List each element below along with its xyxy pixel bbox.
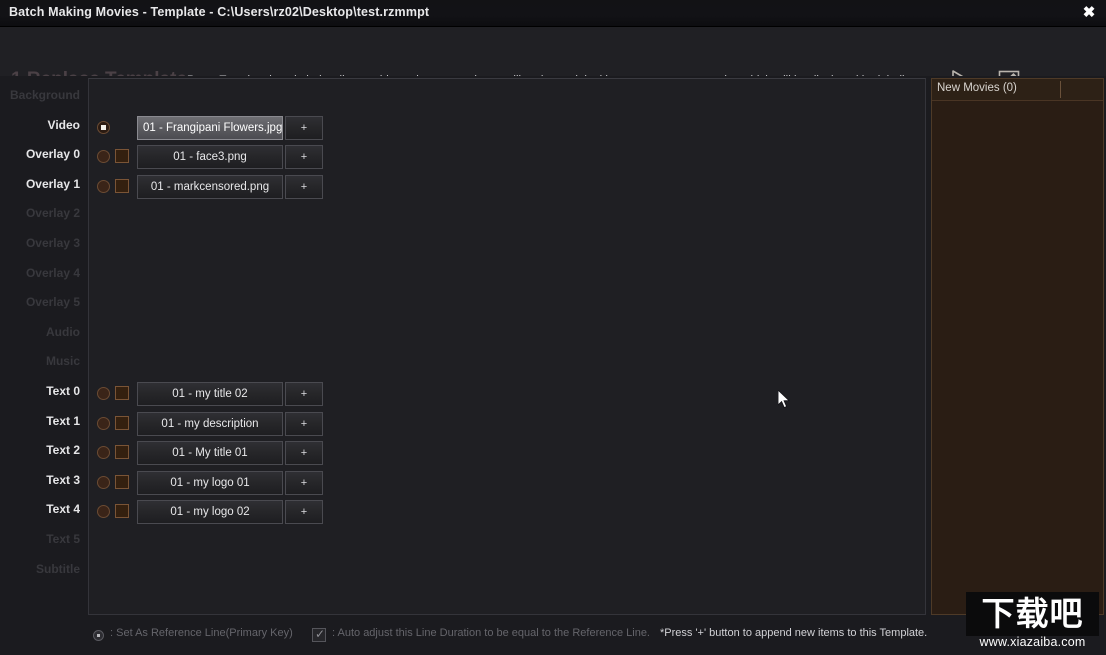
track-label-text-3[interactable]: Text 3 [0, 473, 80, 487]
legend-auto-adjust-checkbox-icon: ✓ [312, 627, 326, 642]
append-item-button-12[interactable]: + [285, 441, 323, 466]
template-item-button-10[interactable]: 01 - my title 02 [137, 382, 283, 406]
auto-adjust-checkbox-11[interactable] [115, 415, 129, 430]
site-watermark: 下载吧 www.xiazaiba.com [966, 592, 1099, 652]
template-item-button-11[interactable]: 01 - my description [137, 411, 283, 436]
template-item-button-14[interactable]: 01 - my logo 02 [137, 500, 283, 525]
check-icon: ✓ [315, 627, 326, 641]
append-item-button-3[interactable]: + [285, 174, 323, 199]
track-label-music: Music [45, 354, 80, 369]
template-item-button-3[interactable]: 01 - markcensored.png [137, 174, 283, 199]
reference-radio-13[interactable] [97, 475, 110, 489]
track-label-subtitle: Subtitle [36, 561, 80, 576]
track-label-overlay-2: Overlay 2 [25, 206, 80, 221]
track-label-overlay-0[interactable]: Overlay 0 [0, 147, 80, 161]
append-item-button-11[interactable]: + [285, 411, 323, 436]
auto-adjust-checkbox-14[interactable] [115, 504, 129, 519]
window-title: Batch Making Movies - Template - C:\User… [9, 5, 430, 19]
track-label-text-4[interactable]: Text 4 [0, 502, 80, 516]
append-item-button-13[interactable]: + [285, 470, 323, 495]
template-list-panel: 01 - Frangipani Flowers.jpg +01 - face3.p… [88, 78, 926, 615]
template-item-button-13[interactable]: 01 - my logo 01 [137, 470, 283, 495]
reference-radio-11[interactable] [97, 416, 110, 430]
track-label-video[interactable]: Video [0, 118, 80, 132]
auto-adjust-checkbox-2[interactable] [115, 149, 129, 164]
append-item-button-14[interactable]: + [285, 500, 323, 525]
reference-radio-3[interactable] [97, 179, 110, 193]
append-item-button-2[interactable]: + [285, 145, 323, 170]
new-movies-column-label: New Movies (0) [937, 82, 1017, 94]
track-label-overlay-3: Overlay 3 [25, 236, 80, 250]
work-area: Background Video Overlay 0 Overlay 1 Overlay… [0, 76, 1106, 655]
new-movies-column-header: New Movies (0) [932, 79, 1103, 101]
reference-radio-2[interactable] [97, 150, 110, 164]
legend-reference-text: : Set As Reference Line(Primary Key) [110, 627, 293, 639]
header-bar: 1.Replace Template- Press Template item … [0, 27, 1106, 92]
track-label-audio: Audio [46, 324, 80, 339]
template-item-button-1[interactable]: 01 - Frangipani Flowers.jpg [137, 115, 283, 140]
new-movies-panel[interactable]: New Movies (0) [931, 78, 1104, 615]
reference-radio-12[interactable] [97, 446, 110, 460]
batch-making-movies-window: Batch Making Movies - Template - C:\User… [0, 0, 1106, 655]
title-bar: Batch Making Movies - Template - C:\User… [0, 0, 1106, 27]
legend-reference-radio-icon [93, 630, 104, 641]
track-label-text-5: Text 5 [46, 532, 80, 546]
legend-auto-adjust-text: : Auto adjust this Line Duration to be e… [332, 627, 650, 639]
track-label-overlay-4: Overlay 4 [25, 265, 80, 280]
template-item-button-12[interactable]: 01 - My title 01 [137, 441, 283, 466]
append-item-button-10[interactable]: + [285, 382, 323, 406]
auto-adjust-checkbox-3[interactable] [115, 178, 129, 193]
reference-radio-10[interactable] [97, 387, 110, 400]
legend-hint-text: *Press '+' button to append new items to… [660, 627, 928, 639]
auto-adjust-checkbox-10[interactable] [115, 386, 129, 400]
track-label-text-2[interactable]: Text 2 [0, 443, 80, 457]
auto-adjust-checkbox-13[interactable] [115, 474, 129, 489]
track-label-column: Background Video Overlay 0 Overlay 1 Overlay… [0, 76, 88, 616]
track-label-background: Background [9, 88, 80, 102]
append-item-button-1[interactable]: + [285, 115, 323, 140]
track-label-overlay-5: Overlay 5 [25, 295, 80, 310]
auto-adjust-checkbox-12[interactable] [115, 445, 129, 460]
track-label-text-0[interactable]: Text 0 [0, 384, 80, 398]
track-label-text-1[interactable]: Text 1 [0, 414, 80, 428]
column-divider[interactable] [1060, 81, 1061, 98]
close-icon[interactable]: ✖ [1078, 3, 1100, 23]
track-label-overlay-1[interactable]: Overlay 1 [0, 177, 80, 191]
watermark-logo: 下载吧 [966, 592, 1099, 636]
watermark-url: www.xiazaiba.com [979, 635, 1086, 649]
reference-radio-14[interactable] [97, 505, 110, 519]
reference-radio-1[interactable] [97, 120, 110, 134]
template-item-button-2[interactable]: 01 - face3.png [137, 145, 283, 170]
